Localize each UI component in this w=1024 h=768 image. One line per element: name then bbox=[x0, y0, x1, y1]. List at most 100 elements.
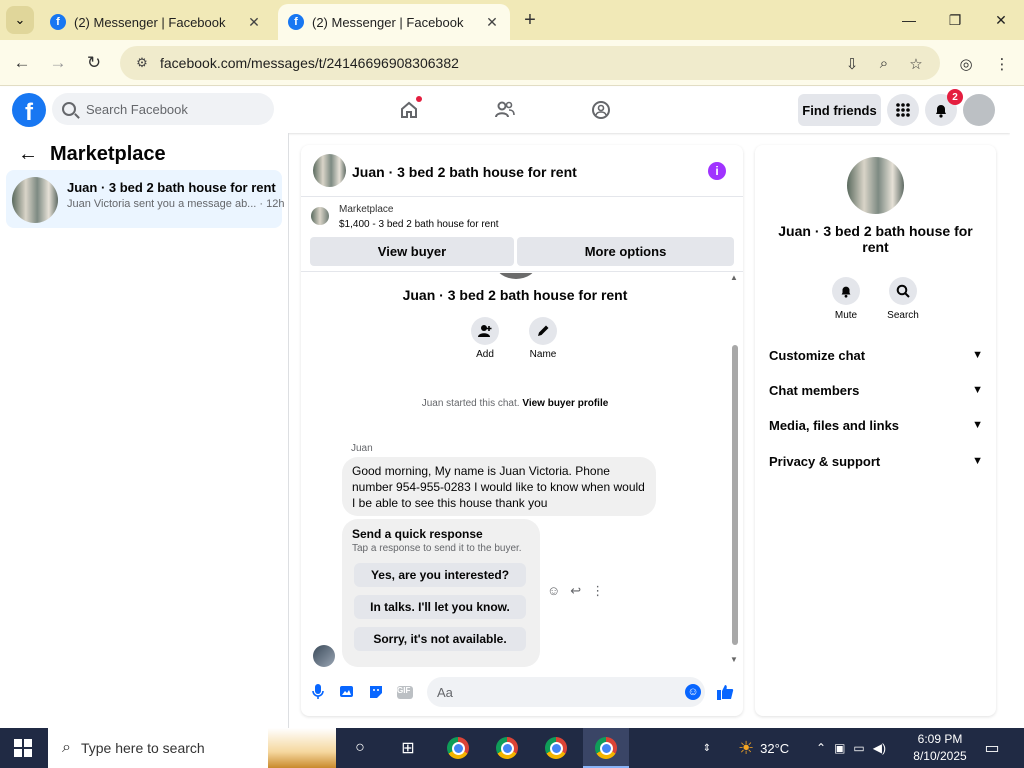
started-text: Juan started this chat. bbox=[421, 398, 520, 409]
chevron-down-icon: ▼ bbox=[972, 384, 983, 396]
gif-icon[interactable]: GIF bbox=[396, 683, 414, 701]
privacy-support-row[interactable]: Privacy & support ▼ bbox=[769, 451, 983, 471]
listing-thumbnail bbox=[12, 177, 58, 223]
browser-tab-1[interactable]: f (2) Messenger | Facebook ✕ bbox=[40, 4, 272, 40]
more-options-button[interactable]: More options bbox=[517, 237, 734, 266]
network-icon[interactable]: ▭ bbox=[853, 741, 864, 755]
add-action[interactable]: Add bbox=[463, 317, 507, 360]
chrome-taskbar-icon[interactable] bbox=[446, 736, 470, 760]
chrome-icon bbox=[447, 737, 469, 759]
microphone-icon[interactable] bbox=[309, 683, 327, 701]
profile-icon[interactable]: ◎ bbox=[956, 55, 976, 73]
search-highlight-image bbox=[268, 728, 336, 768]
chrome-taskbar-icon[interactable] bbox=[594, 736, 618, 760]
show-hidden-icons-icon[interactable]: ⌃ bbox=[816, 741, 826, 755]
url-text: facebook.com/messages/t/2414669690830638… bbox=[160, 55, 459, 71]
quick-response-option[interactable]: In talks. I'll let you know. bbox=[354, 595, 526, 619]
taskbar-clock[interactable]: 6:09 PM 8/10/2025 bbox=[908, 731, 972, 765]
mute-action[interactable]: Mute bbox=[821, 277, 871, 321]
back-arrow-icon[interactable]: ← bbox=[18, 143, 38, 166]
info-icon[interactable]: i bbox=[708, 162, 726, 180]
bookmark-star-icon[interactable]: ☆ bbox=[906, 55, 926, 73]
minimize-button[interactable]: — bbox=[886, 0, 932, 40]
sender-avatar[interactable] bbox=[313, 645, 335, 667]
sticker-icon[interactable] bbox=[367, 683, 385, 701]
weather-widget[interactable]: ☀ 32°C bbox=[738, 728, 789, 768]
forward-button[interactable]: → bbox=[44, 49, 72, 77]
groups-icon[interactable] bbox=[586, 96, 616, 124]
more-dots-icon[interactable]: ⋮ bbox=[591, 583, 604, 599]
name-action[interactable]: Name bbox=[521, 317, 565, 360]
close-tab-icon[interactable]: ✕ bbox=[484, 14, 500, 31]
volume-icon[interactable]: ◀) bbox=[873, 741, 886, 755]
back-button[interactable]: ← bbox=[8, 49, 36, 77]
taskbar-search-box[interactable]: ⌕ Type here to search bbox=[48, 728, 336, 768]
mute-label: Mute bbox=[834, 310, 858, 321]
taskbar-search-placeholder: Type here to search bbox=[80, 740, 205, 756]
message-thread[interactable]: Juan · 3 bed 2 bath house for rent Add N… bbox=[301, 273, 743, 668]
add-label: Add bbox=[476, 349, 494, 360]
scroll-up-arrow-icon[interactable]: ▲ bbox=[730, 273, 738, 282]
chrome-taskbar-icon[interactable] bbox=[544, 736, 568, 760]
message-tools: ☺ ↩ ⋮ bbox=[547, 583, 604, 599]
message-input[interactable]: Aa bbox=[427, 677, 705, 707]
chrome-taskbar-icon[interactable] bbox=[495, 736, 519, 760]
meet-now-icon[interactable]: ▣ bbox=[834, 741, 845, 755]
panel-header: ← Marketplace bbox=[18, 143, 166, 166]
page-scrollbar[interactable] bbox=[1010, 87, 1024, 728]
thumbs-up-icon[interactable] bbox=[716, 683, 734, 701]
quick-response-option[interactable]: Sorry, it's not available. bbox=[354, 627, 526, 651]
notification-center-icon[interactable]: ▭ bbox=[980, 736, 1004, 760]
conversation-item[interactable]: Juan · 3 bed 2 bath house for rent Juan … bbox=[6, 170, 285, 228]
chrome-menu-icon[interactable]: ⋮ bbox=[992, 55, 1012, 73]
windows-start-icon[interactable] bbox=[14, 739, 32, 757]
weather-sun-icon: ☀ bbox=[738, 737, 755, 758]
tab-search-button[interactable]: ⌄ bbox=[6, 6, 34, 34]
quick-response-option[interactable]: Yes, are you interested? bbox=[354, 563, 526, 587]
account-avatar[interactable] bbox=[963, 94, 995, 126]
address-bar[interactable]: ⚙ facebook.com/messages/t/24146696908306… bbox=[120, 46, 940, 80]
reload-button[interactable]: ↻ bbox=[80, 49, 108, 77]
details-title: Juan · 3 bed 2 bath house for rent bbox=[778, 223, 973, 255]
media-files-links-row[interactable]: Media, files and links ▼ bbox=[769, 415, 983, 435]
facebook-logo-icon[interactable]: f bbox=[12, 93, 46, 127]
menu-grid-icon[interactable] bbox=[887, 94, 919, 126]
thread-scrollbar[interactable] bbox=[732, 345, 738, 645]
tab-title: (2) Messenger | Facebook bbox=[312, 14, 464, 30]
emoji-icon[interactable]: ☺ bbox=[685, 684, 701, 700]
close-window-button[interactable]: ✕ bbox=[978, 0, 1024, 40]
find-friends-button[interactable]: Find friends bbox=[798, 94, 881, 126]
maximize-button[interactable]: ❐ bbox=[932, 0, 978, 40]
browser-tab-2[interactable]: f (2) Messenger | Facebook ✕ bbox=[278, 4, 510, 40]
message-bubble[interactable]: Good morning, My name is Juan Victoria. … bbox=[342, 457, 656, 516]
site-settings-icon[interactable]: ⚙ bbox=[128, 55, 156, 71]
chat-members-row[interactable]: Chat members ▼ bbox=[769, 380, 983, 400]
new-tab-button[interactable]: + bbox=[518, 8, 542, 32]
view-buyer-profile-link[interactable]: View buyer profile bbox=[522, 398, 608, 409]
chevron-down-icon: ▼ bbox=[972, 455, 983, 467]
search-icon: ⌕ bbox=[62, 739, 71, 756]
tray-scroll-arrows-icon[interactable]: ⇕ bbox=[695, 736, 719, 760]
cortana-icon[interactable]: ○ bbox=[348, 736, 372, 760]
chevron-down-icon: ⌄ bbox=[14, 12, 26, 27]
facebook-search-input[interactable]: Search Facebook bbox=[52, 93, 274, 125]
photo-icon[interactable] bbox=[338, 683, 356, 701]
listing-thumbnail[interactable] bbox=[313, 154, 346, 187]
chat-title[interactable]: Juan · 3 bed 2 bath house for rent bbox=[352, 164, 577, 180]
listing-photo[interactable] bbox=[847, 157, 904, 214]
customize-chat-row[interactable]: Customize chat ▼ bbox=[769, 345, 983, 365]
row-label: Customize chat bbox=[769, 347, 866, 363]
zoom-icon[interactable]: ⌕ bbox=[874, 55, 894, 73]
reply-icon[interactable]: ↩ bbox=[570, 583, 581, 599]
row-label: Privacy & support bbox=[769, 453, 881, 469]
search-label: Search bbox=[887, 310, 919, 321]
install-app-icon[interactable]: ⇩ bbox=[842, 55, 862, 73]
friends-icon[interactable] bbox=[490, 96, 520, 124]
chrome-icon bbox=[545, 737, 567, 759]
react-emoji-icon[interactable]: ☺ bbox=[547, 583, 560, 599]
view-buyer-button[interactable]: View buyer bbox=[310, 237, 514, 266]
close-tab-icon[interactable]: ✕ bbox=[246, 14, 262, 31]
task-view-icon[interactable]: ⊞ bbox=[396, 736, 420, 760]
scroll-down-arrow-icon[interactable]: ▼ bbox=[730, 655, 738, 664]
search-action[interactable]: Search bbox=[878, 277, 928, 321]
